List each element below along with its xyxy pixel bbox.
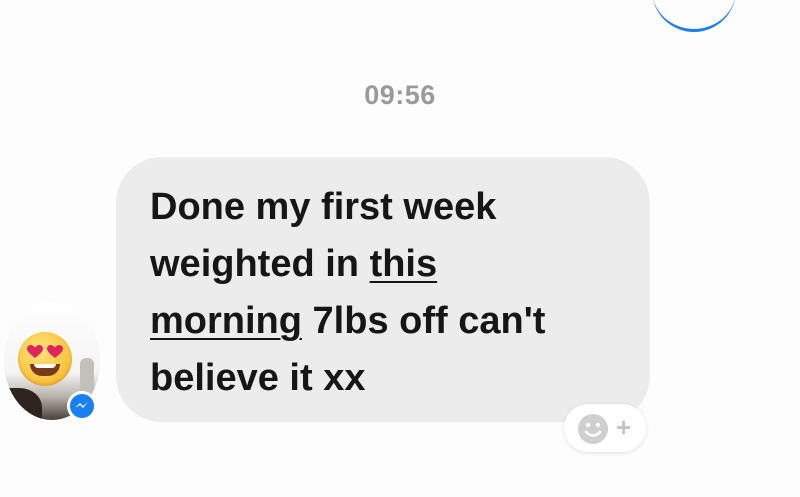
- incoming-message-bubble[interactable]: Done my first week weighted in this mornin…: [116, 157, 650, 422]
- message-line: Done my first week: [150, 179, 630, 236]
- message-text-segment: 7lbs off can't: [301, 300, 546, 342]
- message-text-segment: weighted in: [150, 243, 370, 285]
- message-line: weighted in this: [150, 236, 630, 293]
- avatar-photo-hair: [4, 388, 42, 420]
- heart-icon: [47, 345, 63, 358]
- previous-outgoing-bubble[interactable]: [652, 0, 736, 32]
- message-text-segment: Done my first week: [150, 186, 497, 228]
- message-text-segment: believe it xx: [150, 357, 366, 399]
- conversation-view: 09:56 Done my first week weighted in this…: [0, 0, 800, 497]
- message-timestamp: 09:56: [364, 80, 436, 110]
- emoji-mouth: [30, 364, 60, 376]
- underlined-text: morning: [150, 300, 302, 342]
- message-line: morning 7lbs off can't: [150, 293, 630, 350]
- add-reaction-plus: +: [616, 412, 632, 442]
- sender-avatar-group[interactable]: [4, 298, 100, 424]
- smiley-icon: [578, 414, 608, 444]
- heart-icon: [27, 345, 43, 358]
- messenger-bolt-icon: [75, 402, 88, 408]
- heart-eyes-emoji-icon: [18, 332, 72, 386]
- message-text: Done my first week weighted in this mornin…: [150, 179, 630, 407]
- add-reaction-button[interactable]: +: [564, 404, 646, 452]
- messenger-icon: [67, 391, 97, 421]
- underlined-text: this: [369, 243, 438, 285]
- message-line: believe it xx: [150, 350, 630, 407]
